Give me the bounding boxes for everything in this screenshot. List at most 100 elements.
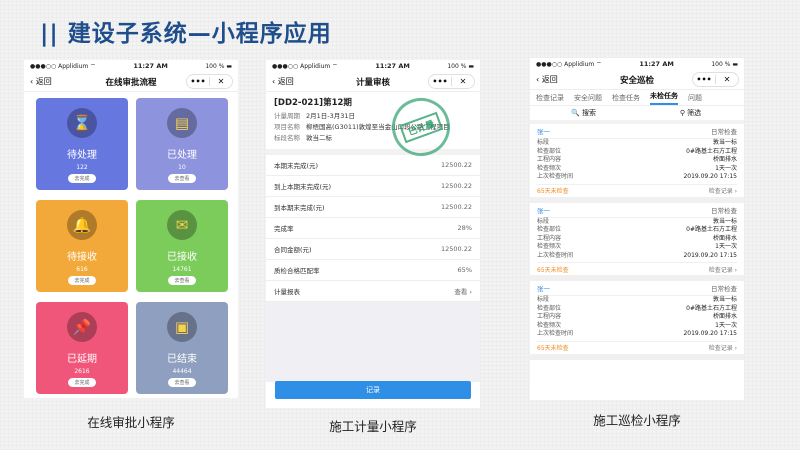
field-value: 敦当一标	[712, 217, 737, 225]
inspection-item[interactable]: 张一 日常检查 标段 敦当一标 检查部位 0#路基土石方工程 工程内容 桥面排水 检查频次 1天一…	[530, 203, 744, 281]
field-key: 上次检查时间	[537, 251, 574, 259]
card-label: 已处理	[167, 150, 197, 161]
capsule-menu: ••• ✕	[186, 74, 233, 89]
field-value: 1天一次	[715, 164, 737, 172]
close-icon[interactable]: ✕	[210, 77, 232, 86]
back-button[interactable]: ‹ 返回	[30, 76, 52, 87]
card-action-button[interactable]: 去查看	[168, 378, 196, 387]
inspector-name: 张一	[537, 128, 550, 136]
inspection-item[interactable]: 张一 日常检查 标段 敦当一标 检查部位 0#路基土石方工程 工程内容 桥面排水 检查频次 1天一…	[530, 281, 744, 360]
caption-approval: 在线审批小程序	[87, 415, 175, 430]
back-button[interactable]: ‹ 返回	[536, 74, 558, 85]
search-bar: 🔍 搜索 ⚲ 筛选	[530, 106, 744, 124]
status-time: 11:27 AM	[375, 62, 410, 70]
card-action-button[interactable]: 去完成	[68, 276, 96, 285]
field-key: 工程内容	[537, 234, 562, 242]
field-key: 上次检查时间	[537, 330, 574, 337]
approval-card[interactable]: ⌛ 待处理 122 去完成	[36, 98, 128, 190]
nav-title: 在线审批流程	[105, 77, 157, 88]
measure-key: 计量报表	[274, 288, 300, 296]
info-key: 标段名称	[274, 134, 300, 142]
info-key: 项目名称	[274, 123, 300, 131]
measure-row[interactable]: 计量报表 查看 ›	[266, 281, 480, 302]
card-icon: ▣	[167, 312, 197, 342]
tab-item[interactable]: 检查记录	[536, 93, 564, 103]
status-bar: ●●●○○ Applidium ⌔ 11:27 AM 100 % ▬	[530, 58, 744, 70]
more-icon[interactable]: •••	[429, 77, 451, 86]
inspection-header: 张一 日常检查	[537, 124, 737, 139]
search-button[interactable]: 🔍 搜索	[530, 108, 637, 118]
record-link[interactable]: 检查记录 ›	[709, 343, 737, 352]
card-action-button[interactable]: 去查看	[168, 174, 196, 183]
close-icon[interactable]: ✕	[716, 75, 738, 84]
phone-measure: ●●●○○ Applidium ⌔ 11:27 AM 100 % ▬ ‹ 返回 …	[266, 60, 480, 408]
battery-label: 100 % ▬	[447, 62, 474, 70]
inspection-header: 张一 日常检查	[537, 203, 737, 218]
field-key: 检查频次	[537, 243, 562, 250]
field-row: 标段 敦当一标	[537, 139, 737, 148]
tab-item[interactable]: 问题	[688, 93, 702, 103]
tab-bar: 检查记录 安全问题 检查任务 未检任务 问题	[530, 90, 744, 106]
field-value: 2019.09.20 17:15	[683, 330, 737, 337]
measure-key: 合同金额(元)	[274, 246, 312, 254]
field-value: 桥面排水	[712, 313, 737, 320]
nav-title: 安全巡检	[619, 75, 654, 86]
card-label: 待接收	[67, 252, 97, 263]
back-button[interactable]: ‹ 返回	[272, 76, 294, 87]
field-row: 标段 敦当一标	[537, 218, 737, 227]
card-label: 待处理	[67, 150, 97, 161]
approval-card[interactable]: 🔔 待接收 616 去完成	[36, 200, 128, 292]
caption-inspection: 施工巡检小程序	[593, 413, 681, 428]
back-label: 返回	[35, 77, 52, 86]
field-row: 标段 敦当一标	[537, 296, 737, 305]
measure-row: 本期末完成(元) 12500.22	[266, 155, 480, 176]
tab-item[interactable]: 未检任务	[650, 91, 678, 105]
more-icon[interactable]: •••	[187, 77, 209, 86]
record-link[interactable]: 检查记录 ›	[709, 265, 737, 274]
capsule-menu: ••• ✕	[692, 72, 739, 87]
inspection-item[interactable]: 张一 日常检查 标段 敦当一标 检查部位 0#路基土石方工程 工程内容 桥面排水 检查频次 1天一…	[530, 124, 744, 203]
measure-key: 到本期末完成(元)	[274, 204, 325, 212]
card-count: 10	[178, 164, 186, 171]
approval-card[interactable]: 📌 已延期 2616 去完成	[36, 302, 128, 394]
capsule-menu: ••• ✕	[428, 74, 475, 89]
stamp-text: 已计量	[399, 111, 443, 143]
approval-card[interactable]: ✉ 已接收 14761 去查看	[136, 200, 228, 292]
card-action-button[interactable]: 去查看	[168, 276, 196, 285]
approval-card[interactable]: ▤ 已处理 10 去查看	[136, 98, 228, 190]
measure-key: 到上本期末完成(元)	[274, 183, 332, 191]
nav-bar: ‹ 返回 计量审核 ••• ✕	[266, 72, 480, 92]
close-icon[interactable]: ✕	[452, 77, 474, 86]
field-key: 标段	[537, 217, 550, 225]
field-row: 检查部位 0#路基土石方工程	[537, 305, 737, 314]
overdue-label: 65天未检查	[537, 266, 569, 274]
record-button[interactable]: 记录	[275, 381, 471, 399]
tab-item[interactable]: 安全问题	[574, 93, 602, 103]
info-key: 计量周期	[274, 112, 300, 120]
back-label: 返回	[541, 75, 558, 84]
field-row: 检查频次 1天一次	[537, 165, 737, 174]
tab-item[interactable]: 检查任务	[612, 93, 640, 103]
field-value: 1天一次	[715, 243, 737, 250]
inspection-list: 张一 日常检查 标段 敦当一标 检查部位 0#路基土石方工程 工程内容 桥面排水 检查频次 1天一…	[530, 124, 744, 360]
field-key: 标段	[537, 296, 550, 303]
record-link[interactable]: 检查记录 ›	[709, 186, 737, 195]
card-icon: 📌	[67, 312, 97, 342]
card-action-button[interactable]: 去完成	[68, 174, 96, 183]
measure-list: 本期末完成(元) 12500.22 到上本期末完成(元) 12500.22 到本期末完成…	[266, 155, 480, 302]
field-value: 敦当一标	[712, 139, 737, 146]
status-time: 11:27 AM	[133, 62, 168, 70]
approval-card[interactable]: ▣ 已结束 44464 去查看	[136, 302, 228, 394]
card-count: 2616	[74, 368, 90, 375]
card-action-button[interactable]: 去完成	[68, 378, 96, 387]
card-icon: ⌛	[67, 108, 97, 138]
card-count: 44464	[172, 368, 192, 375]
measure-row: 到本期末完成(元) 12500.22	[266, 197, 480, 218]
field-key: 检查部位	[537, 226, 562, 233]
carrier-label: ●●●○○ Applidium ⌔	[272, 63, 338, 70]
measure-value: 12500.22	[440, 203, 472, 211]
more-icon[interactable]: •••	[693, 75, 715, 84]
overdue-label: 65天未检查	[537, 188, 569, 195]
filter-button[interactable]: ⚲ 筛选	[637, 108, 744, 118]
status-bar: ●●●○○ Applidium ⌔ 11:27 AM 100 % ▬	[266, 60, 480, 72]
